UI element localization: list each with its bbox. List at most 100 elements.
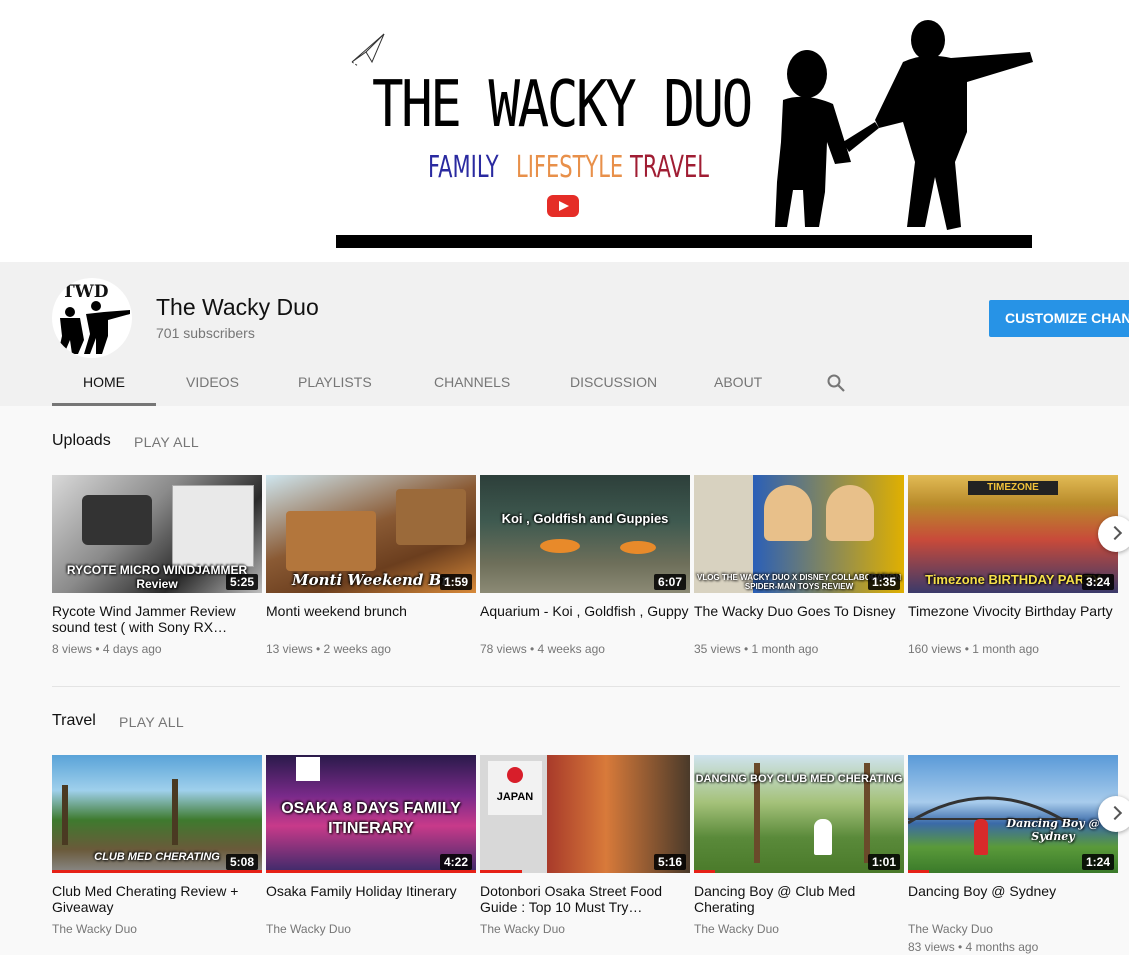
video-thumbnail[interactable]: DANCING BOY CLUB MED CHERATING 1:01 bbox=[694, 755, 904, 873]
video-title[interactable]: Dancing Boy @ Club Med Cherating bbox=[694, 883, 904, 915]
watch-progress-bar bbox=[266, 870, 476, 873]
video-duration: 6:07 bbox=[653, 574, 686, 590]
video-card[interactable]: VLOG THE WACKY DUO X DISNEY COLLABORATIO… bbox=[694, 475, 904, 657]
thumbnail-caption: OSAKA 8 DAYS FAMILY ITINERARY bbox=[281, 800, 461, 837]
video-title[interactable]: Dotonbori Osaka Street Food Guide : Top … bbox=[480, 883, 690, 915]
video-title[interactable]: Timezone Vivocity Birthday Party bbox=[908, 603, 1118, 635]
video-card[interactable]: Monti Weekend Br 1:59 Monti weekend brun… bbox=[266, 475, 476, 657]
video-duration: 1:01 bbox=[867, 854, 900, 870]
video-title[interactable]: Dancing Boy @ Sydney bbox=[908, 883, 1118, 915]
fish-shape bbox=[540, 539, 580, 553]
banner-ground-line bbox=[336, 235, 1032, 248]
video-card[interactable]: TIMEZONE Timezone BIRTHDAY PARTY 3:24 Ti… bbox=[908, 475, 1118, 657]
kid-face-shape bbox=[764, 485, 812, 541]
tab-playlists[interactable]: PLAYLISTS bbox=[298, 362, 372, 406]
search-icon[interactable] bbox=[826, 373, 846, 393]
plate-shape bbox=[396, 489, 466, 545]
video-channel[interactable]: The Wacky Duo bbox=[694, 921, 904, 937]
watch-progress-bar bbox=[908, 870, 929, 873]
video-duration: 3:24 bbox=[1081, 574, 1114, 590]
dancing-boy-shape bbox=[814, 819, 832, 855]
timezone-sign: TIMEZONE bbox=[968, 481, 1058, 495]
japan-sign-shape bbox=[488, 761, 542, 815]
video-thumbnail[interactable]: VLOG THE WACKY DUO X DISNEY COLLABORATIO… bbox=[694, 475, 904, 593]
video-thumbnail[interactable]: Koi , Goldfish and Guppies 6:07 bbox=[480, 475, 690, 593]
video-thumbnail[interactable]: Dancing Boy @ Sydney 1:24 bbox=[908, 755, 1118, 873]
banner-title: THE WACKY DUO bbox=[372, 68, 753, 142]
tab-home[interactable]: HOME bbox=[52, 362, 156, 406]
japan-flag-shape bbox=[296, 757, 320, 781]
video-channel[interactable]: The Wacky Duo bbox=[480, 921, 690, 937]
video-title[interactable]: Osaka Family Holiday Itinerary bbox=[266, 883, 476, 915]
video-meta: 83 views • 4 months ago bbox=[908, 940, 1039, 954]
travel-section-title[interactable]: Travel bbox=[52, 712, 96, 730]
video-card[interactable]: RYCOTE MICRO WINDJAMMER Review 5:25 Ryco… bbox=[52, 475, 262, 657]
video-card[interactable]: JAPAN 5:16 Dotonbori Osaka Street Food G… bbox=[480, 755, 690, 937]
video-meta: 160 views • 1 month ago bbox=[908, 642, 1039, 656]
uploads-next-arrow-icon[interactable] bbox=[1098, 516, 1129, 552]
video-meta: 8 views • 4 days ago bbox=[52, 642, 162, 656]
plate-shape bbox=[286, 511, 376, 571]
watch-progress-bar bbox=[480, 870, 522, 873]
video-card[interactable]: Dancing Boy @ Sydney 1:24 Dancing Boy @ … bbox=[908, 755, 1118, 955]
dancing-boy-shape bbox=[974, 819, 988, 855]
tab-videos[interactable]: VIDEOS bbox=[186, 362, 239, 406]
banner-tag-family: FAMILY bbox=[428, 150, 499, 185]
avatar[interactable]: TWD bbox=[52, 278, 132, 358]
section-divider bbox=[52, 686, 1120, 687]
video-duration: 1:59 bbox=[439, 574, 472, 590]
video-duration: 5:25 bbox=[225, 574, 258, 590]
fish-shape bbox=[620, 541, 656, 554]
channel-banner: THE WACKY DUO FAMILY LIFESTYLE TRAVEL bbox=[0, 0, 1129, 262]
thumbnail-caption: DANCING BOY CLUB MED CHERATING bbox=[695, 773, 903, 785]
video-title[interactable]: Club Med Cherating Review + Giveaway bbox=[52, 883, 262, 915]
video-thumbnail[interactable]: TIMEZONE Timezone BIRTHDAY PARTY 3:24 bbox=[908, 475, 1118, 593]
subscriber-count: 701 subscribers bbox=[156, 325, 255, 341]
video-channel[interactable]: The Wacky Duo bbox=[908, 921, 1118, 937]
video-thumbnail[interactable]: RYCOTE MICRO WINDJAMMER Review 5:25 bbox=[52, 475, 262, 593]
avatar-silhouette-icon bbox=[58, 301, 130, 354]
video-channel[interactable]: The Wacky Duo bbox=[52, 921, 262, 937]
video-duration: 5:16 bbox=[653, 854, 686, 870]
thumbnail-caption: JAPAN bbox=[496, 791, 534, 803]
video-duration: 5:08 bbox=[225, 854, 258, 870]
watch-progress-bar bbox=[694, 870, 715, 873]
watch-progress-bar bbox=[52, 870, 262, 873]
palm-tree-shape bbox=[62, 785, 68, 845]
video-title[interactable]: Monti weekend brunch bbox=[266, 603, 476, 635]
red-sun-icon bbox=[507, 767, 523, 783]
thumbnail-caption: Koi , Goldfish and Guppies bbox=[501, 511, 669, 526]
camera-shape bbox=[82, 495, 152, 545]
channel-name: The Wacky Duo bbox=[156, 294, 319, 320]
video-thumbnail[interactable]: Monti Weekend Br 1:59 bbox=[266, 475, 476, 593]
tab-channels[interactable]: CHANNELS bbox=[434, 362, 510, 406]
video-meta: 13 views • 2 weeks ago bbox=[266, 642, 391, 656]
palm-tree-shape bbox=[172, 779, 178, 845]
video-thumbnail[interactable]: OSAKA 8 DAYS FAMILY ITINERARY 4:22 bbox=[266, 755, 476, 873]
video-card[interactable]: OSAKA 8 DAYS FAMILY ITINERARY 4:22 Osaka… bbox=[266, 755, 476, 937]
uploads-play-all-button[interactable]: PLAY ALL bbox=[134, 434, 199, 450]
video-thumbnail[interactable]: CLUB MED CHERATING 5:08 bbox=[52, 755, 262, 873]
video-thumbnail[interactable]: JAPAN 5:16 bbox=[480, 755, 690, 873]
product-box-shape bbox=[172, 485, 254, 567]
tab-discussion[interactable]: DISCUSSION bbox=[570, 362, 657, 406]
travel-play-all-button[interactable]: PLAY ALL bbox=[119, 714, 184, 730]
video-duration: 4:22 bbox=[439, 854, 472, 870]
youtube-logo-icon bbox=[547, 195, 579, 217]
video-title[interactable]: Rycote Wind Jammer Review sound test ( w… bbox=[52, 603, 262, 635]
customize-channel-button[interactable]: CUSTOMIZE CHANNEL bbox=[989, 300, 1129, 337]
video-card[interactable]: Koi , Goldfish and Guppies 6:07 Aquarium… bbox=[480, 475, 690, 657]
video-card[interactable]: DANCING BOY CLUB MED CHERATING 1:01 Danc… bbox=[694, 755, 904, 937]
tab-about[interactable]: ABOUT bbox=[714, 362, 762, 406]
video-card[interactable]: CLUB MED CHERATING 5:08 Club Med Cherati… bbox=[52, 755, 262, 937]
video-duration: 1:24 bbox=[1081, 854, 1114, 870]
kid-face-shape bbox=[826, 485, 874, 541]
video-meta: 35 views • 1 month ago bbox=[694, 642, 819, 656]
video-channel[interactable]: The Wacky Duo bbox=[266, 921, 476, 937]
video-title[interactable]: The Wacky Duo Goes To Disney bbox=[694, 603, 904, 635]
video-duration: 1:35 bbox=[867, 574, 900, 590]
video-title[interactable]: Aquarium - Koi , Goldfish , Guppy bbox=[480, 603, 690, 635]
banner-tag-lifestyle: LIFESTYLE bbox=[516, 150, 624, 185]
travel-next-arrow-icon[interactable] bbox=[1098, 796, 1129, 832]
uploads-section-title[interactable]: Uploads bbox=[52, 432, 111, 450]
